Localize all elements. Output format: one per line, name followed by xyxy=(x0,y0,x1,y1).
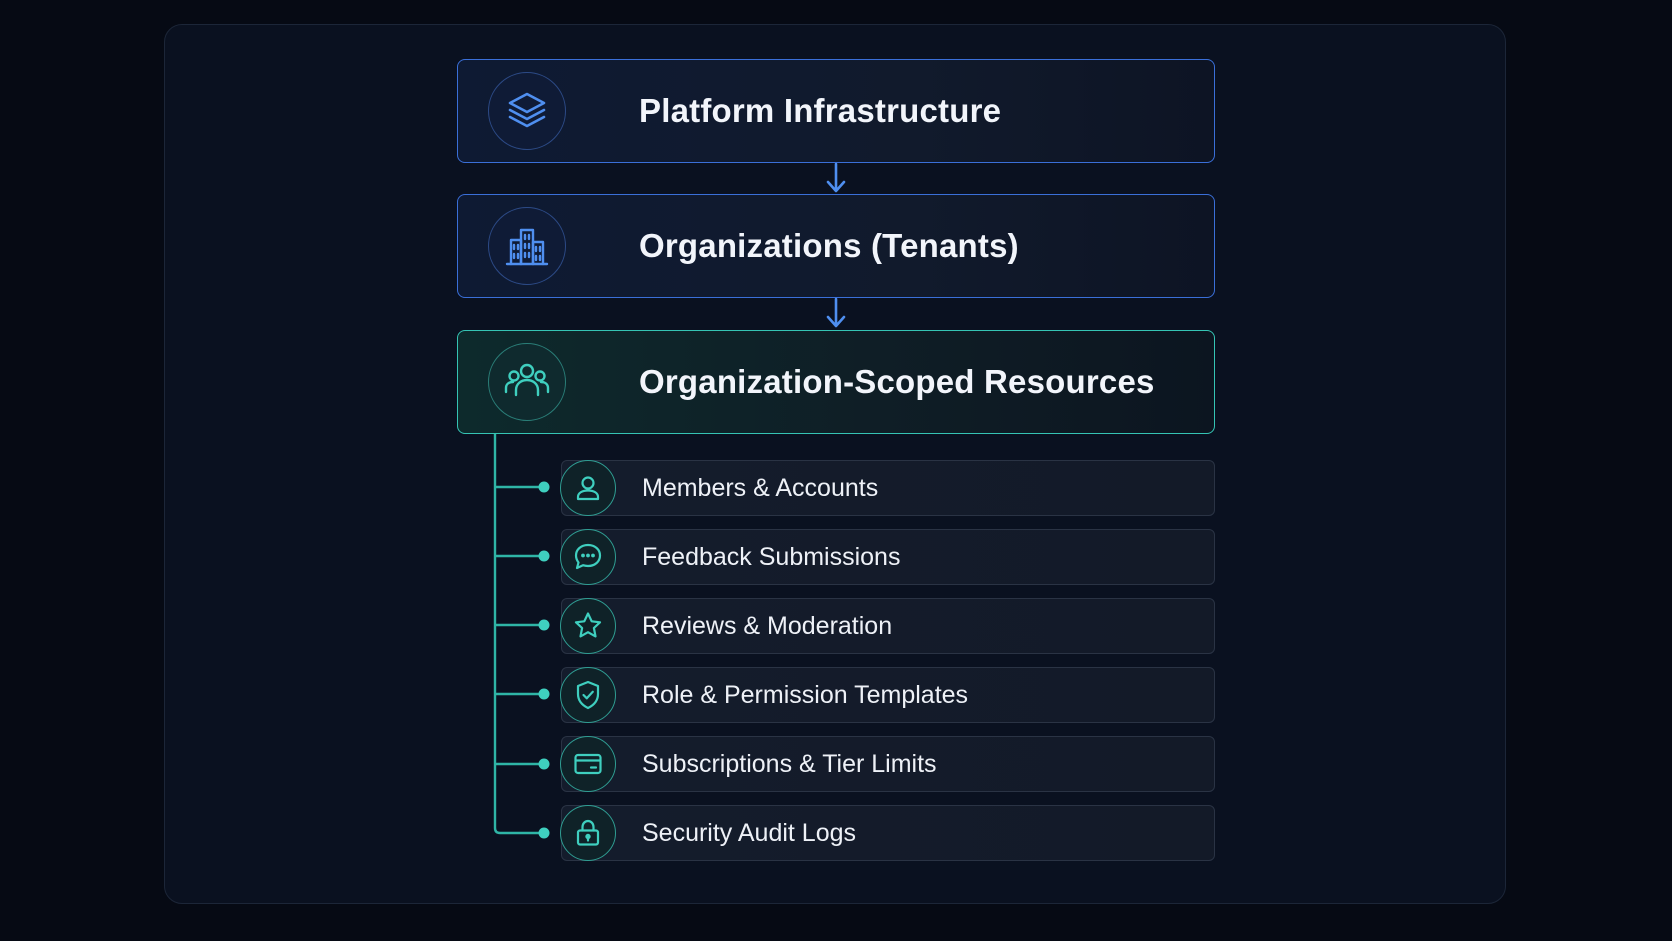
lock-icon xyxy=(560,805,616,861)
resource-item-reviews-moderation: Reviews & Moderation xyxy=(560,598,1215,654)
tier-organizations: Organizations (Tenants) xyxy=(457,194,1215,298)
resource-label: Role & Permission Templates xyxy=(642,680,969,709)
tier-label: Platform Infrastructure xyxy=(639,92,1002,129)
user-icon xyxy=(560,460,616,516)
shield-check-icon xyxy=(560,667,616,723)
resource-item-subscriptions-tier-limits: Subscriptions & Tier Limits xyxy=(560,736,1215,792)
users-group-icon xyxy=(488,343,566,421)
resource-item-role-permission-templates: Role & Permission Templates xyxy=(560,667,1215,723)
tier-organization-scoped-resources: Organization-Scoped Resources xyxy=(457,330,1215,434)
resource-label: Members & Accounts xyxy=(642,473,879,502)
resource-item-feedback-submissions: Feedback Submissions xyxy=(560,529,1215,585)
tier-platform-infrastructure: Platform Infrastructure xyxy=(457,59,1215,163)
credit-card-icon xyxy=(560,736,616,792)
layers-icon xyxy=(488,72,566,150)
resource-item-security-audit-logs: Security Audit Logs xyxy=(560,805,1215,861)
resource-label: Feedback Submissions xyxy=(642,542,901,571)
chat-bubble-icon xyxy=(560,529,616,585)
arrow-down-icon xyxy=(826,297,846,328)
resource-item-members-accounts: Members & Accounts xyxy=(560,460,1215,516)
tier-label: Organizations (Tenants) xyxy=(639,227,1019,264)
star-icon xyxy=(560,598,616,654)
resource-label: Subscriptions & Tier Limits xyxy=(642,749,937,778)
resource-label: Reviews & Moderation xyxy=(642,611,893,640)
tier-label: Organization-Scoped Resources xyxy=(639,363,1155,400)
arrow-down-icon xyxy=(826,162,846,193)
buildings-icon xyxy=(488,207,566,285)
resource-label: Security Audit Logs xyxy=(642,818,857,847)
